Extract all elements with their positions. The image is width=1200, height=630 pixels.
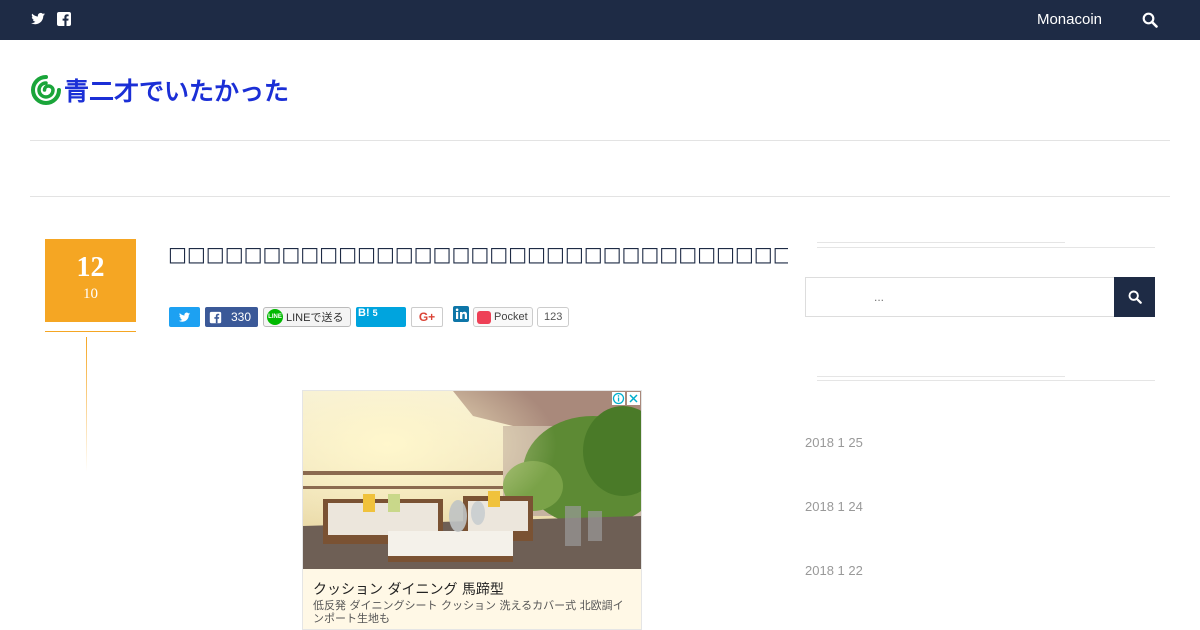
post-date-badge: 12 10	[45, 239, 136, 322]
social-links	[30, 11, 72, 27]
facebook-share-button[interactable]: 330	[205, 307, 258, 327]
pocket-save-button[interactable]: Pocket	[473, 307, 533, 327]
header-divider	[30, 140, 1170, 141]
hatena-count: 5	[372, 308, 378, 318]
pocket-icon	[477, 310, 491, 324]
sidebar-search-button[interactable]	[1114, 277, 1155, 317]
facebook-icon	[205, 307, 225, 327]
sidebar-widget-divider	[817, 242, 1065, 243]
content-divider	[30, 196, 1170, 197]
spiral-logo-icon	[30, 74, 62, 106]
sidebar-search-input[interactable]	[805, 277, 1115, 317]
share-buttons: 330 LINE LINEで送る B! 5 G+ Pocket 123	[169, 306, 570, 327]
recent-post-date[interactable]: 2018 1 24	[805, 499, 863, 514]
recent-post-date[interactable]: 2018 1 25	[805, 435, 863, 450]
site-logo[interactable]: 青二才でいたかった	[30, 72, 289, 108]
search-icon[interactable]	[1142, 12, 1158, 28]
hatena-bookmark-button[interactable]: B! 5	[356, 307, 406, 327]
twitter-icon	[178, 312, 191, 322]
ad-product-image[interactable]	[303, 391, 641, 569]
ad-choices[interactable]	[612, 392, 640, 405]
google-plus-share-button[interactable]: G+	[411, 307, 443, 327]
pocket-label: Pocket	[494, 311, 528, 323]
ad-description: 低反発 ダイニングシート クッション 洗えるカバー式 北欧調インポート生地も	[313, 599, 624, 625]
line-share-label: LINEで送る	[286, 312, 344, 324]
linkedin-icon[interactable]	[453, 306, 469, 322]
menu-link-monacoin[interactable]: Monacoin	[1037, 11, 1102, 28]
sidebar-widget-divider	[817, 380, 1155, 381]
recent-post-date[interactable]: 2018 1 22	[805, 563, 863, 578]
sidebar-widget-divider	[817, 376, 1065, 377]
facebook-share-count: 330	[231, 310, 252, 324]
ad-info-icon[interactable]	[612, 392, 625, 405]
facebook-icon[interactable]	[56, 11, 72, 27]
site-title: 青二才でいたかった	[64, 77, 290, 106]
twitter-share-button[interactable]	[169, 307, 200, 327]
ad-title[interactable]: クッション ダイニング 馬蹄型	[313, 579, 504, 599]
line-icon: LINE	[267, 309, 283, 325]
post-date-day: 12	[76, 252, 105, 283]
line-share-button[interactable]: LINE LINEで送る	[263, 307, 351, 327]
search-icon	[1128, 290, 1142, 304]
sidebar-widget-divider	[817, 247, 1155, 248]
top-navigation-bar: Monacoin	[0, 0, 1200, 40]
post-date-month: 10	[83, 286, 98, 302]
date-underline	[45, 331, 136, 332]
twitter-icon[interactable]	[30, 11, 46, 27]
ad-close-icon[interactable]	[627, 392, 640, 405]
advertisement-banner[interactable]: クッション ダイニング 馬蹄型 低反発 ダイニングシート クッション 洗えるカバ…	[302, 390, 642, 630]
date-timeline-line	[86, 337, 87, 472]
hatena-label: B!	[358, 307, 370, 319]
post-title[interactable]: □□□□□□□□□□□□□□□□□□□□□□□□□□□□□□□□□□2017□□…	[168, 242, 788, 266]
pocket-count: 123	[537, 307, 570, 327]
